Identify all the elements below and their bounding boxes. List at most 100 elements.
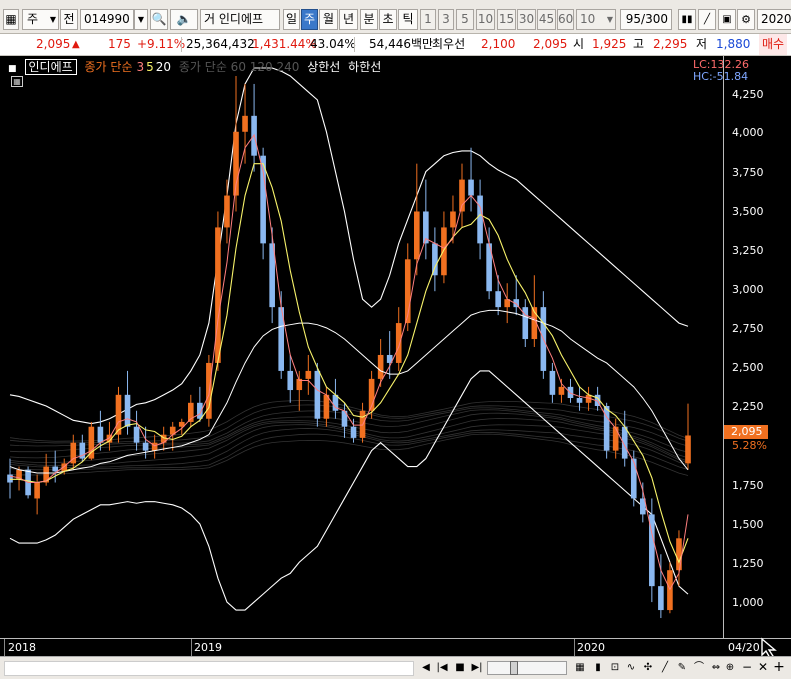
stock-code-input[interactable]: 014990	[80, 9, 134, 30]
date-label: 2020	[577, 641, 605, 654]
interval-60[interactable]: 60	[557, 9, 574, 30]
candle-body	[377, 354, 384, 379]
price-tick-label: 1,500	[732, 518, 764, 531]
interval-10[interactable]: 10	[476, 9, 495, 30]
period-second[interactable]: 초	[379, 9, 397, 30]
step-back-icon[interactable]: |◀	[434, 660, 450, 676]
candle-body	[287, 370, 294, 391]
date-label: 04/20	[728, 641, 760, 654]
period-day[interactable]: 일	[283, 9, 300, 30]
market-select-label: 주	[27, 12, 39, 26]
candle-body	[612, 426, 619, 451]
price-tick-label: 2,750	[732, 322, 764, 335]
candle-body	[477, 195, 483, 244]
stop-icon[interactable]: ■	[452, 660, 468, 676]
price-tick-label: 3,000	[732, 283, 764, 296]
legend-ma5: 5	[146, 60, 154, 74]
legend-marker-icon: ■	[8, 64, 17, 74]
price-chart[interactable]: ■ 인디에프 종가 단순 3 5 20 종가 단순 60 120 240 상한선 하한선…	[0, 56, 791, 659]
candle-body	[676, 538, 682, 571]
stock-name: 인디에프	[218, 12, 264, 26]
low-value: 1,880	[716, 37, 751, 51]
price-axis[interactable]: 4,250 4,000 3,750 3,500 3,250 3,000 2,75…	[723, 56, 791, 638]
interval-45[interactable]: 45	[537, 9, 556, 30]
candle-body	[350, 426, 357, 438]
price-tick-label: 3,500	[732, 205, 764, 218]
candle-body	[7, 474, 13, 483]
grid-view-icon[interactable]: ▦	[3, 9, 19, 30]
candle-body	[395, 323, 402, 363]
grid-icon[interactable]: ▦	[572, 660, 588, 676]
interval-30[interactable]: 30	[517, 9, 536, 30]
zoom-slider[interactable]	[487, 661, 567, 675]
candle-body	[52, 466, 59, 472]
quote-bar: 2,095 ▲ 175 +9.11% 25,364,432 1,431.44% …	[0, 34, 791, 56]
settings-gear-icon[interactable]: ⚙	[737, 9, 755, 30]
trend-icon[interactable]: ∿	[623, 660, 639, 676]
interval-1[interactable]: 1	[420, 9, 436, 30]
zoom-fit-icon[interactable]: ⊡	[607, 660, 623, 676]
grid-toggle-icon[interactable]: ▦	[11, 76, 23, 87]
period-month[interactable]: 월	[319, 9, 338, 30]
magnet-icon[interactable]: ⌒	[691, 660, 707, 676]
draw-line-icon[interactable]: ╱	[698, 9, 716, 30]
candle-body	[450, 211, 456, 228]
interval-5[interactable]: 5	[456, 9, 474, 30]
type-select[interactable]: 전	[60, 9, 78, 30]
close-icon[interactable]: ✕	[755, 660, 771, 676]
date-input[interactable]: 2020/	[757, 9, 791, 30]
interval-select[interactable]: 10 ▼	[576, 9, 616, 30]
candle-type-icon[interactable]: ▮	[590, 660, 606, 676]
horizontal-scrollbar[interactable]	[4, 661, 414, 676]
crosshair-icon[interactable]: ✣	[640, 660, 656, 676]
period-tick[interactable]: 틱	[398, 9, 418, 30]
price-tick-label: 1,750	[732, 479, 764, 492]
period-week[interactable]: 주	[301, 9, 318, 30]
price-tick-label: 3,250	[732, 244, 764, 257]
period-minute[interactable]: 분	[360, 9, 378, 30]
price-tick-label: 2,250	[732, 400, 764, 413]
price-tick-label: 4,250	[732, 88, 764, 101]
chart-controls: ◀ |◀ ■ ▶| ▦ ▮ ⊡ ∿ ✣ ╱ ✎ ⌒ ⇔ ⊕ − ✕ +	[0, 656, 791, 679]
zoom-slider-knob[interactable]	[510, 661, 518, 675]
scroll-left-icon[interactable]: ◀	[418, 660, 434, 676]
step-forward-icon[interactable]: ▶|	[469, 660, 485, 676]
candle-body	[242, 115, 248, 132]
line-tool-icon[interactable]: ╱	[657, 660, 673, 676]
sound-icon[interactable]: 🔈	[170, 9, 198, 30]
add-icon[interactable]: +	[771, 660, 787, 676]
up-triangle-icon: ▲	[72, 39, 80, 50]
pen-icon[interactable]: ✎	[674, 660, 690, 676]
price-tick-label: 3,750	[732, 166, 764, 179]
count-input[interactable]: 95/300	[620, 9, 672, 30]
buy-button[interactable]: 매수	[759, 34, 788, 55]
candlestick-plot[interactable]	[0, 56, 723, 638]
interval-select-value: 10	[580, 12, 596, 26]
period-year[interactable]: 년	[339, 9, 358, 30]
chart-type-icon[interactable]: ▮▮	[678, 9, 696, 30]
current-price: 2,095	[36, 37, 71, 51]
candle-body	[215, 227, 221, 363]
interval-3[interactable]: 3	[438, 9, 454, 30]
date-axis[interactable]: 2018 2019 2020 04/20	[0, 638, 791, 657]
zoom-out-icon[interactable]: −	[739, 660, 755, 676]
candle-body	[305, 370, 312, 379]
search-icon[interactable]: 🔍	[150, 9, 168, 30]
zoom-in-icon[interactable]: ⊕	[722, 660, 738, 676]
high-value: 2,295	[653, 37, 688, 51]
chevron-down-icon: ▼	[606, 15, 613, 24]
priority-ask: 2,100	[481, 37, 516, 51]
candle-body	[413, 211, 420, 260]
candle-body	[685, 435, 691, 464]
save-icon[interactable]: ▣	[718, 9, 736, 30]
interval-15[interactable]: 15	[497, 9, 516, 30]
date-tick	[4, 639, 5, 657]
market-select[interactable]: 주 ▼	[22, 9, 59, 30]
legend-stock-name[interactable]: 인디에프	[24, 59, 77, 75]
chart-legend: ■ 인디에프 종가 단순 3 5 20 종가 단순 60 120 240 상한선 하한선	[8, 59, 385, 75]
ma3-line	[9, 133, 689, 591]
low-label: 저	[696, 37, 708, 51]
stock-name-field[interactable]: 거 인디에프	[200, 9, 280, 30]
upper-band-line	[9, 67, 689, 425]
stock-code-dropdown-icon[interactable]: ▼	[134, 9, 148, 30]
